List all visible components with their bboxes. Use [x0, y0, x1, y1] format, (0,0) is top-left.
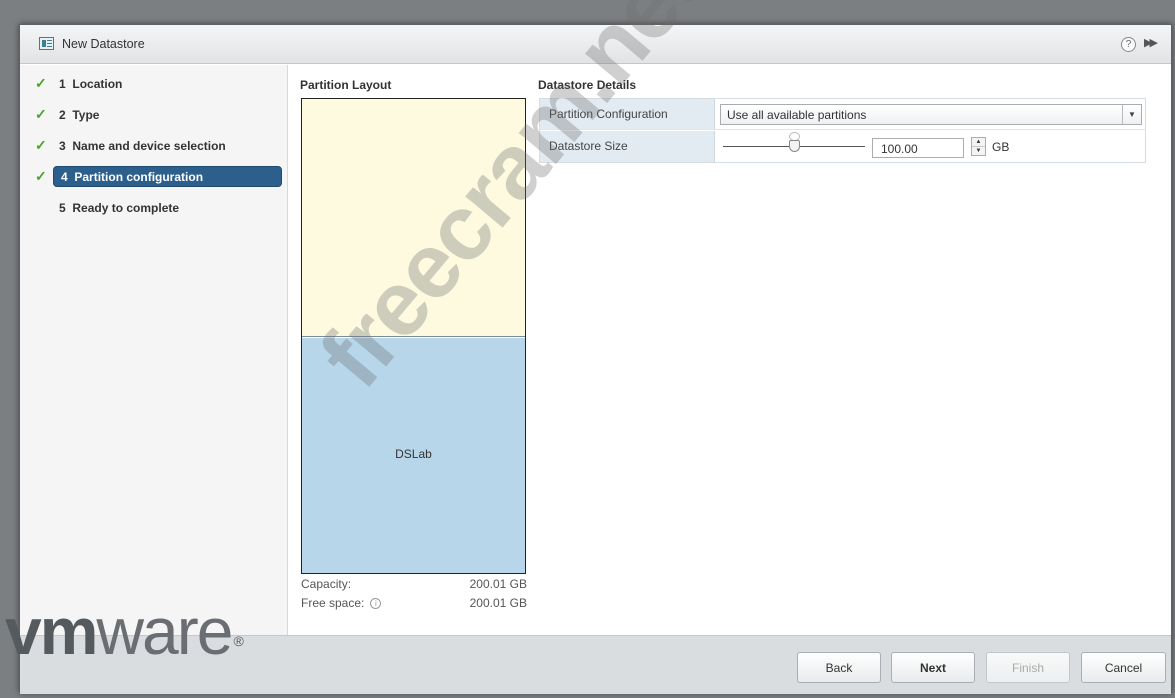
next-button[interactable]: Next: [891, 652, 975, 683]
step-type[interactable]: ✓ 2 Type: [24, 104, 282, 126]
expand-icon[interactable]: ▶▶: [1144, 36, 1158, 49]
datastore-size-row: Datastore Size 100.00 ▲ ▼ GB: [540, 131, 1145, 162]
partition-layout-title: Partition Layout: [300, 78, 392, 92]
slider-thumb[interactable]: [789, 140, 800, 152]
step-label: Partition configuration: [74, 170, 204, 184]
step-label: Location: [72, 77, 123, 91]
datastore-size-slider[interactable]: [723, 131, 865, 161]
info-icon[interactable]: i: [370, 598, 382, 609]
step-partition-configuration[interactable]: ✓ 4 Partition configuration: [24, 166, 282, 188]
spinner-up-icon[interactable]: ▲: [972, 138, 985, 147]
datastore-name-label: DSLab: [395, 447, 432, 461]
datastore-size-spinner[interactable]: ▲ ▼: [971, 137, 986, 156]
check-icon: ✓: [35, 75, 47, 91]
step-name-and-device-selection[interactable]: ✓ 3 Name and device selection: [24, 135, 282, 157]
step-label: Ready to complete: [72, 201, 180, 215]
step-number: 4: [61, 170, 68, 184]
logo-light-text: ware: [96, 594, 233, 668]
dialog-title: New Datastore: [62, 37, 145, 51]
help-icon[interactable]: ?: [1121, 37, 1136, 52]
capacity-value: 200.01 GB: [469, 577, 527, 591]
partition-configuration-select[interactable]: Use all available partitions ▼: [720, 104, 1142, 125]
step-number: 5: [59, 201, 66, 215]
step-number: 1: [59, 77, 66, 91]
finish-button: Finish: [986, 652, 1070, 683]
capacity-label: Capacity:: [301, 577, 352, 591]
free-space-value: 200.01 GB: [469, 596, 527, 610]
step-location[interactable]: ✓ 1 Location: [24, 73, 282, 95]
spinner-down-icon[interactable]: ▼: [972, 147, 985, 156]
cancel-button[interactable]: Cancel: [1081, 652, 1166, 683]
free-space-label: Free space:: [301, 596, 365, 610]
datastore-partition-area: DSLab: [302, 338, 525, 573]
step-number: 2: [59, 108, 66, 122]
datastore-size-input[interactable]: 100.00: [872, 138, 964, 158]
logo-bold-text: vm: [5, 594, 98, 668]
step-label: Name and device selection: [72, 139, 226, 153]
vmware-logo: vmware ®: [5, 594, 244, 668]
step-label: Type: [72, 108, 100, 122]
check-icon: ✓: [35, 168, 47, 184]
check-icon: ✓: [35, 106, 47, 122]
partition-configuration-value: Use all available partitions: [727, 108, 867, 122]
dropdown-arrow-icon[interactable]: ▼: [1122, 105, 1141, 124]
datastore-size-unit: GB: [992, 140, 1010, 154]
datastore-icon: [39, 37, 54, 50]
logo-registered-mark: ®: [233, 633, 243, 649]
step-ready-to-complete[interactable]: 5 Ready to complete: [24, 197, 282, 219]
step-number: 3: [59, 139, 66, 153]
wizard-steps-nav: ✓ 1 Location ✓ 2 Type ✓ 3 Name and devic…: [20, 65, 288, 635]
check-icon: ✓: [35, 137, 47, 153]
back-button[interactable]: Back: [797, 652, 881, 683]
